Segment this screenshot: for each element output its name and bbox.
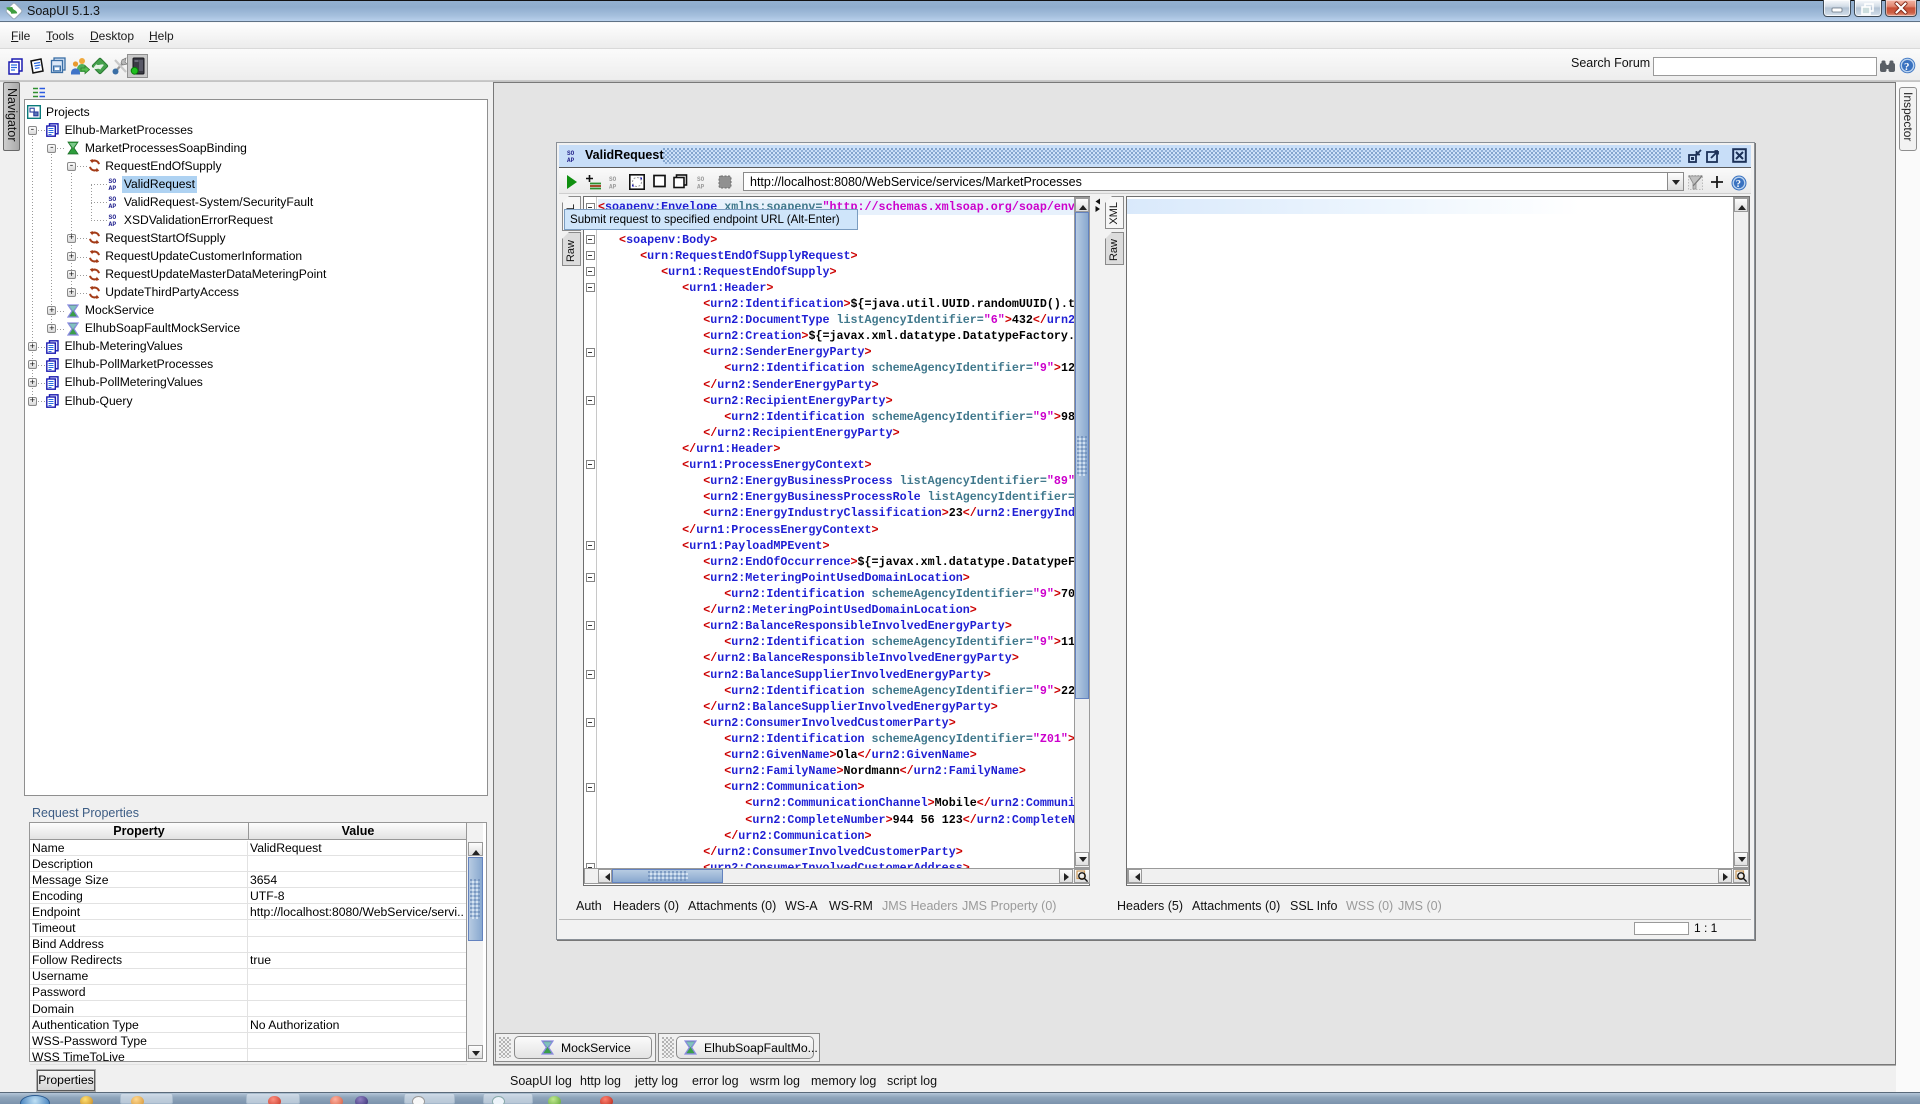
svg-text:SO: SO [108, 178, 116, 185]
svg-text:AP: AP [697, 184, 705, 190]
svg-text:?: ? [1736, 179, 1741, 190]
svg-text:SO: SO [567, 150, 575, 157]
svg-text:AP: AP [108, 203, 116, 209]
svg-text:AP: AP [108, 185, 116, 191]
svg-text:SO: SO [108, 196, 116, 203]
svg-text:AP: AP [108, 221, 116, 227]
svg-text:?: ? [1904, 61, 1910, 73]
svg-text:SO: SO [108, 214, 116, 221]
svg-text:AP: AP [567, 157, 575, 163]
svg-text:AP: AP [609, 184, 617, 190]
svg-text:SO: SO [609, 176, 617, 183]
svg-text:SO: SO [697, 176, 705, 183]
